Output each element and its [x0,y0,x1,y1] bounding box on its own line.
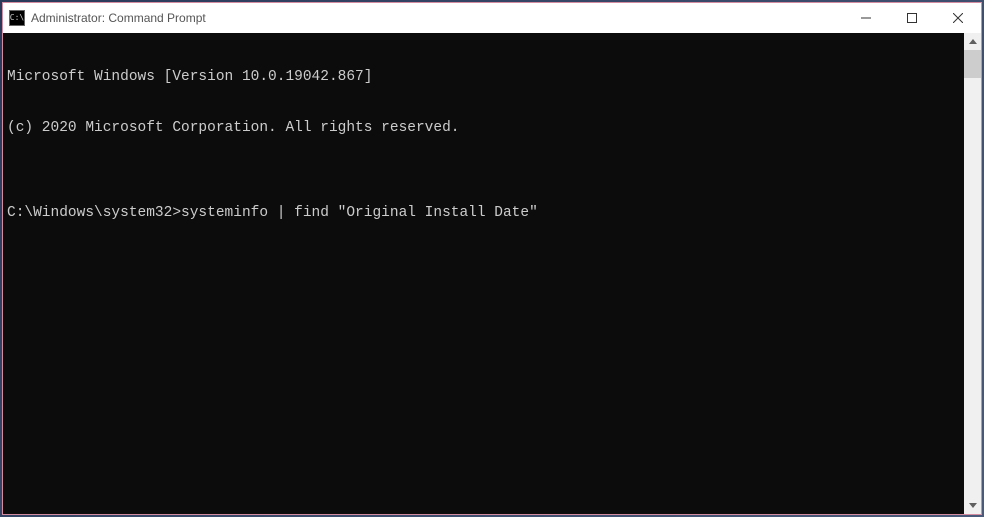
app-icon: C:\ [9,10,25,26]
close-button[interactable] [935,3,981,33]
window-title: Administrator: Command Prompt [31,11,206,25]
console-line: Microsoft Windows [Version 10.0.19042.86… [7,69,964,86]
titlebar[interactable]: C:\ Administrator: Command Prompt [3,3,981,33]
console-line: C:\Windows\system32>systeminfo | find "O… [7,205,964,222]
vertical-scrollbar[interactable] [964,33,981,514]
scroll-down-arrow-icon[interactable] [964,497,981,514]
console-output[interactable]: Microsoft Windows [Version 10.0.19042.86… [3,33,964,514]
minimize-button[interactable] [843,3,889,33]
scroll-up-arrow-icon[interactable] [964,33,981,50]
maximize-button[interactable] [889,3,935,33]
command-prompt-window: C:\ Administrator: Command Prompt Micros… [2,2,982,515]
scroll-thumb[interactable] [964,50,981,78]
console-area: Microsoft Windows [Version 10.0.19042.86… [3,33,981,514]
console-line: (c) 2020 Microsoft Corporation. All righ… [7,120,964,137]
app-icon-glyph: C:\ [10,14,24,22]
window-controls [843,3,981,33]
